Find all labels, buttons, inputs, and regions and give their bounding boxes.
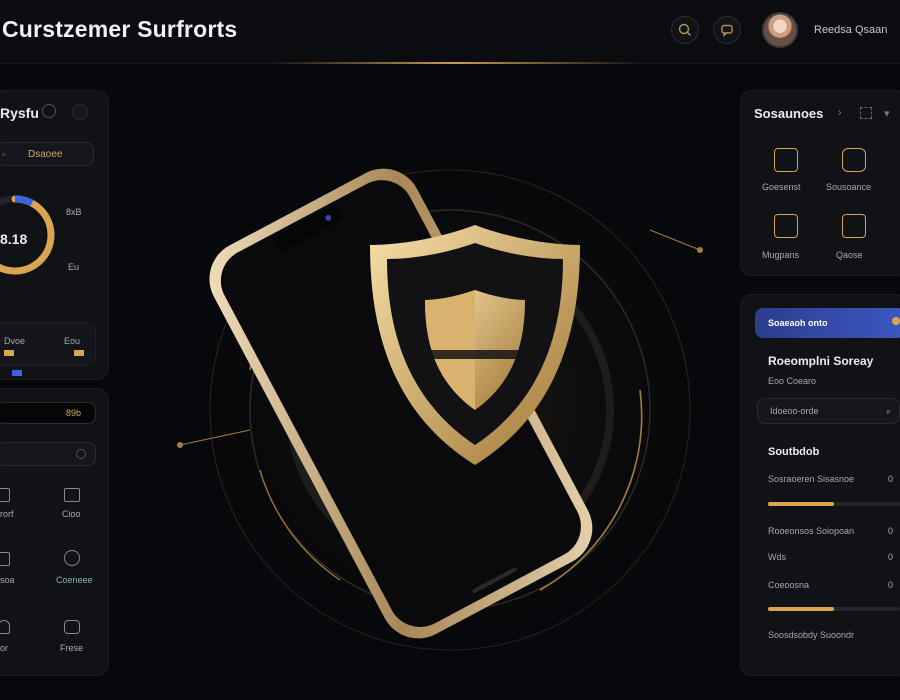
row-value-2: 0 bbox=[888, 552, 894, 562]
clock-icon[interactable] bbox=[64, 550, 80, 566]
row-value-3: 0 bbox=[888, 580, 894, 590]
message-icon[interactable] bbox=[842, 148, 866, 172]
shortcut-label-5[interactable]: Frese bbox=[60, 643, 83, 653]
service-label-3[interactable]: Qaose bbox=[836, 250, 863, 260]
header-accent-line bbox=[270, 62, 640, 64]
section-title: Soutbdob bbox=[768, 446, 820, 458]
legend-swatch-blue bbox=[12, 370, 22, 376]
security-illustration bbox=[177, 140, 710, 660]
search-support-label[interactable]: Soaeaoh onto bbox=[768, 318, 828, 328]
legend-swatch-gold-2 bbox=[74, 350, 84, 356]
row-label-2: Wds bbox=[768, 552, 786, 562]
search-button[interactable] bbox=[671, 16, 699, 44]
service-label-2[interactable]: Mugpans bbox=[762, 250, 799, 260]
shortcut-label-0[interactable]: rorf bbox=[0, 509, 14, 519]
user-name[interactable]: Reedsa Qsaan bbox=[814, 24, 887, 36]
doc-icon[interactable] bbox=[0, 488, 10, 502]
shortcut-label-2[interactable]: soa bbox=[0, 575, 15, 585]
expand-icon[interactable] bbox=[860, 107, 872, 119]
shortcut-label-3[interactable]: Coeneee bbox=[56, 575, 93, 585]
gauge-value: 8.18 bbox=[0, 231, 28, 247]
service-label-1[interactable]: Sousoance bbox=[826, 182, 871, 192]
user-avatar[interactable] bbox=[762, 12, 798, 48]
chat-icon bbox=[721, 24, 733, 37]
search-icon bbox=[678, 23, 691, 36]
refresh-icon[interactable] bbox=[72, 104, 88, 120]
chat-button[interactable] bbox=[713, 16, 741, 44]
row-progress-fill-0 bbox=[768, 502, 834, 506]
legend-label-a: Dvoe bbox=[4, 336, 26, 346]
bag-icon[interactable] bbox=[774, 148, 798, 172]
card-icon[interactable] bbox=[64, 488, 80, 502]
search-icon-small[interactable]: ⌕ bbox=[886, 406, 891, 417]
shortcut-label-4[interactable]: or bbox=[0, 643, 8, 653]
shortcut-tag[interactable] bbox=[0, 402, 96, 424]
chart-icon[interactable] bbox=[842, 214, 866, 238]
row-progress-fill-3 bbox=[768, 607, 834, 611]
app-title: Curstzemer Surfrorts bbox=[2, 16, 238, 42]
gauge-label-bottom: Eu bbox=[68, 262, 80, 272]
service-label-0[interactable]: Goesenst bbox=[762, 182, 801, 192]
legend-swatch-gold bbox=[4, 350, 14, 356]
shortcuts-panel bbox=[0, 388, 109, 676]
order-search-placeholder: Idoeoo-orde bbox=[770, 406, 819, 416]
row-value-1: 0 bbox=[888, 526, 894, 536]
row-value-0: 0 bbox=[888, 474, 894, 484]
row-label-0: Sosraoeren Sisasnoe bbox=[768, 474, 855, 484]
shortcut-tag-label: 89b bbox=[66, 408, 82, 418]
box-icon[interactable] bbox=[0, 552, 10, 566]
legend-label-b: Eou bbox=[64, 336, 81, 346]
support-footer[interactable]: Soosdsobdy Suoondr bbox=[768, 630, 854, 640]
notification-dot bbox=[892, 317, 900, 325]
lock-icon[interactable] bbox=[64, 620, 80, 634]
gauge-label-top: 8xB bbox=[66, 207, 82, 217]
row-label-3: Coeoosna bbox=[768, 580, 810, 590]
info-icon[interactable] bbox=[42, 104, 56, 118]
support-panel bbox=[740, 294, 900, 676]
status-filter-prefix: ▫ bbox=[2, 149, 6, 159]
chevron-right-icon[interactable]: › bbox=[838, 107, 842, 119]
support-subheading: Eoo Coearo bbox=[768, 376, 817, 386]
services-panel-title: Sosaunoes bbox=[754, 106, 824, 121]
chevron-down-icon[interactable]: ▾ bbox=[884, 107, 890, 120]
support-heading: Roeomplni Soreay bbox=[768, 354, 874, 368]
ticket-icon[interactable] bbox=[774, 214, 798, 238]
dropdown-icon bbox=[76, 449, 86, 459]
status-filter-label[interactable]: Dsaoee bbox=[28, 149, 62, 160]
analytics-panel-title: Rysfu bbox=[0, 105, 39, 121]
row-label-1: Rooeonsos Soiopoan bbox=[768, 526, 855, 536]
shield-icon[interactable] bbox=[0, 620, 10, 634]
shortcut-label-1[interactable]: Cioo bbox=[62, 509, 81, 519]
